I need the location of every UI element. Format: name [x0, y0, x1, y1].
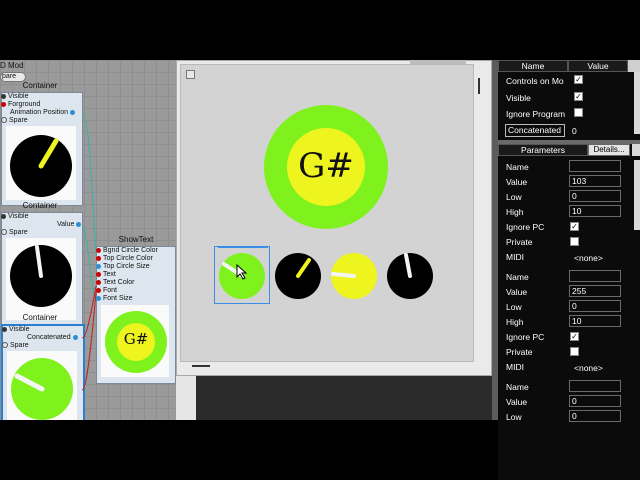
param2-midi-label: MIDI	[506, 362, 524, 372]
param2-private-label: Private	[506, 347, 533, 357]
vertical-scrollbar[interactable]	[478, 78, 480, 94]
param1-midi-label: MIDI	[506, 252, 524, 262]
name-column-header[interactable]: Name	[498, 60, 568, 72]
value-column-header[interactable]: Value	[568, 60, 628, 72]
param1-ignore-pc-checkbox[interactable]: ✓	[570, 222, 579, 231]
param2-ignore-pc-label: Ignore PC	[506, 332, 545, 342]
param2-high-label: High	[506, 317, 524, 327]
param1-value-field[interactable]: 103	[569, 175, 621, 187]
details-button[interactable]: Details...	[588, 144, 630, 156]
node-editor-canvas[interactable]: D Mod pare Container Visible Forground A…	[0, 60, 176, 420]
prop-controls-on-mo: Controls on Mo	[506, 76, 564, 86]
knob-black-white[interactable]	[386, 252, 434, 300]
param1-high-label: High	[506, 207, 524, 217]
left-strip	[176, 376, 196, 420]
param1-name-label: Name	[506, 162, 529, 172]
knob-yellow[interactable]	[330, 252, 378, 300]
param3-low-field[interactable]: 0	[569, 410, 621, 422]
param2-low-label: Low	[506, 302, 522, 312]
prop-visible: Visible	[506, 93, 531, 103]
props-scrollbar[interactable]	[634, 72, 640, 134]
param1-private-label: Private	[506, 237, 533, 247]
param2-value-field[interactable]: 255	[569, 285, 621, 297]
concatenated-property[interactable]: Concatenated	[505, 124, 565, 137]
param3-name-field[interactable]	[569, 380, 621, 392]
param3-name-label: Name	[506, 382, 529, 392]
selection-handle	[218, 246, 268, 248]
params-scrollbar[interactable]	[634, 160, 640, 230]
note-display-text: G#	[298, 146, 354, 186]
param2-high-field[interactable]: 10	[569, 315, 621, 327]
grid-icon[interactable]	[186, 70, 195, 79]
param1-low-field[interactable]: 0	[569, 190, 621, 202]
param3-value-field[interactable]: 0	[569, 395, 621, 407]
param1-value-label: Value	[506, 177, 528, 187]
tab-scroll	[632, 144, 640, 156]
concatenated-value: 0	[572, 126, 577, 136]
knob-black-yellow[interactable]	[274, 252, 322, 300]
controls-on-mo-checkbox[interactable]: ✓	[574, 75, 583, 84]
connection-wires	[81, 113, 97, 391]
param1-midi-value[interactable]: <none>	[574, 253, 603, 263]
param3-value-label: Value	[506, 397, 528, 407]
param2-value-label: Value	[506, 287, 528, 297]
param2-name-field[interactable]	[569, 270, 621, 282]
param2-private-checkbox[interactable]	[570, 347, 579, 356]
param2-low-field[interactable]: 0	[569, 300, 621, 312]
tab-parameters[interactable]: Parameters	[498, 144, 588, 156]
ignore-program-checkbox[interactable]	[574, 108, 583, 117]
mouse-cursor-icon	[236, 264, 248, 280]
param2-ignore-pc-checkbox[interactable]: ✓	[570, 332, 579, 341]
param1-low-label: Low	[506, 192, 522, 202]
param3-low-label: Low	[506, 412, 522, 422]
param2-name-label: Name	[506, 272, 529, 282]
param1-high-field[interactable]: 10	[569, 205, 621, 217]
prop-ignore-program: Ignore Program	[506, 109, 566, 119]
header-corner	[628, 60, 640, 72]
horizontal-scrollbar[interactable]	[192, 365, 210, 367]
param1-ignore-pc-label: Ignore PC	[506, 222, 545, 232]
param2-midi-value[interactable]: <none>	[574, 363, 603, 373]
bottom-area	[196, 376, 494, 420]
param1-name-field[interactable]	[569, 160, 621, 172]
param1-private-checkbox[interactable]	[570, 237, 579, 246]
visible-checkbox[interactable]: ✓	[574, 92, 583, 101]
properties-panel: Name Value Controls on Mo ✓ Visible ✓ Ig…	[498, 60, 640, 480]
